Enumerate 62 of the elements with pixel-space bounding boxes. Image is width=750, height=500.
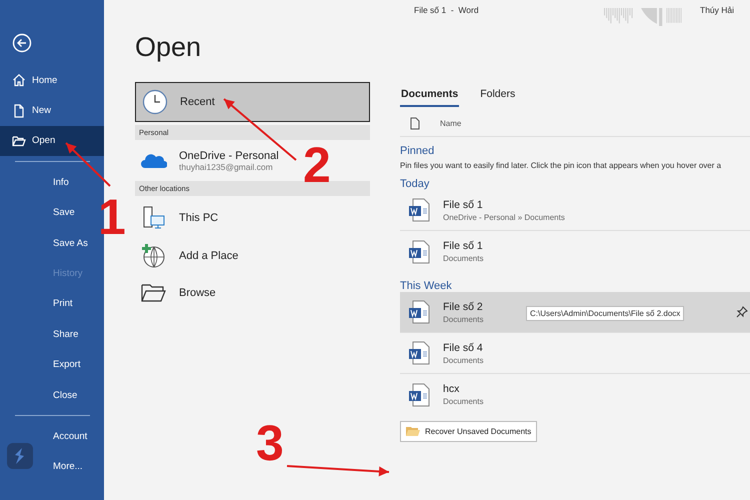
user-name: Thúy Hải bbox=[700, 5, 734, 15]
email-address: thuyhai1235@gmail.com bbox=[179, 162, 274, 172]
word-file-icon bbox=[408, 382, 430, 406]
back-icon[interactable] bbox=[12, 33, 32, 53]
home-icon bbox=[12, 73, 26, 88]
cloud-icon bbox=[141, 152, 167, 170]
file-location: Documents bbox=[443, 254, 484, 263]
word-file-icon bbox=[408, 240, 430, 264]
file-name: File số 1 bbox=[443, 240, 484, 252]
sidebar-item[interactable]: Share bbox=[0, 319, 104, 350]
step-number: 3 bbox=[256, 418, 284, 468]
section-title: This Week bbox=[400, 280, 453, 292]
sidebar-item[interactable]: Open bbox=[0, 126, 104, 156]
globe-icon bbox=[141, 243, 167, 269]
location-item[interactable]: Recent bbox=[135, 82, 370, 122]
tab[interactable]: Documents bbox=[400, 86, 460, 107]
hint-text: Pin files you want to easily find later. Click the pin icon that appears when you hover over a bbox=[400, 161, 722, 170]
computer-icon bbox=[141, 205, 167, 231]
section-title: Pinned bbox=[400, 145, 436, 157]
folder-icon bbox=[141, 282, 167, 302]
location-item[interactable]: This PC bbox=[135, 199, 224, 237]
document-icon bbox=[410, 117, 420, 130]
file-row[interactable]: File số 4 Documents bbox=[400, 333, 750, 374]
file-location: OneDrive - Personal » Documents bbox=[443, 212, 565, 222]
file-name: File số 2 bbox=[443, 300, 484, 312]
folder-icon bbox=[12, 134, 26, 148]
file-location: Documents bbox=[443, 356, 484, 364]
sidebar-item[interactable]: Export bbox=[0, 350, 104, 380]
recover-button[interactable]: Recover Unsaved Documents bbox=[400, 421, 538, 442]
location-item[interactable]: Add a Place bbox=[135, 237, 244, 275]
sidebar-item[interactable]: More... bbox=[0, 452, 104, 482]
folder-icon bbox=[406, 426, 420, 437]
sidebar-item[interactable]: Close bbox=[0, 380, 104, 410]
file-location: Documents bbox=[443, 397, 484, 406]
sidebar-item[interactable]: Account bbox=[0, 421, 104, 452]
sidebar-item[interactable]: Home bbox=[0, 65, 104, 96]
clock-icon bbox=[142, 89, 168, 115]
file-row[interactable]: File số 1 Documents bbox=[400, 231, 750, 272]
file-row[interactable]: File số 2 Documents C:\Users\Admin\Documents\File số 2.docx bbox=[400, 292, 750, 333]
tab[interactable]: Folders bbox=[479, 86, 516, 107]
word-file-icon bbox=[408, 300, 430, 324]
window-title: File số 1 - Word bbox=[414, 5, 479, 15]
file-name: File số 4 bbox=[443, 342, 484, 354]
location-item[interactable]: Browse bbox=[135, 275, 222, 310]
word-file-icon bbox=[408, 198, 430, 222]
file-name: File số 1 bbox=[443, 198, 484, 210]
sidebar-item[interactable]: Info bbox=[0, 167, 104, 198]
logo-icon[interactable] bbox=[7, 443, 33, 469]
sidebar-item[interactable]: New bbox=[0, 95, 104, 126]
file-row[interactable]: hcx Documents bbox=[400, 374, 750, 415]
section-title: Today bbox=[400, 178, 430, 190]
column-header[interactable]: Name bbox=[440, 119, 462, 128]
document-icon bbox=[12, 104, 26, 118]
sidebar-item[interactable]: Print bbox=[0, 288, 104, 320]
location-item[interactable]: OneDrive - Personal thuyhai1235@gmail.com bbox=[135, 143, 285, 178]
word-file-icon bbox=[408, 341, 430, 365]
path-tooltip: C:\Users\Admin\Documents\File số 2.docx bbox=[526, 306, 684, 321]
pin-icon[interactable] bbox=[736, 306, 748, 318]
file-name: hcx bbox=[443, 383, 460, 395]
page-title: Open bbox=[135, 31, 202, 64]
file-row[interactable]: File số 1 OneDrive - Personal » Documents bbox=[400, 190, 750, 231]
file-location: Documents bbox=[443, 314, 484, 324]
